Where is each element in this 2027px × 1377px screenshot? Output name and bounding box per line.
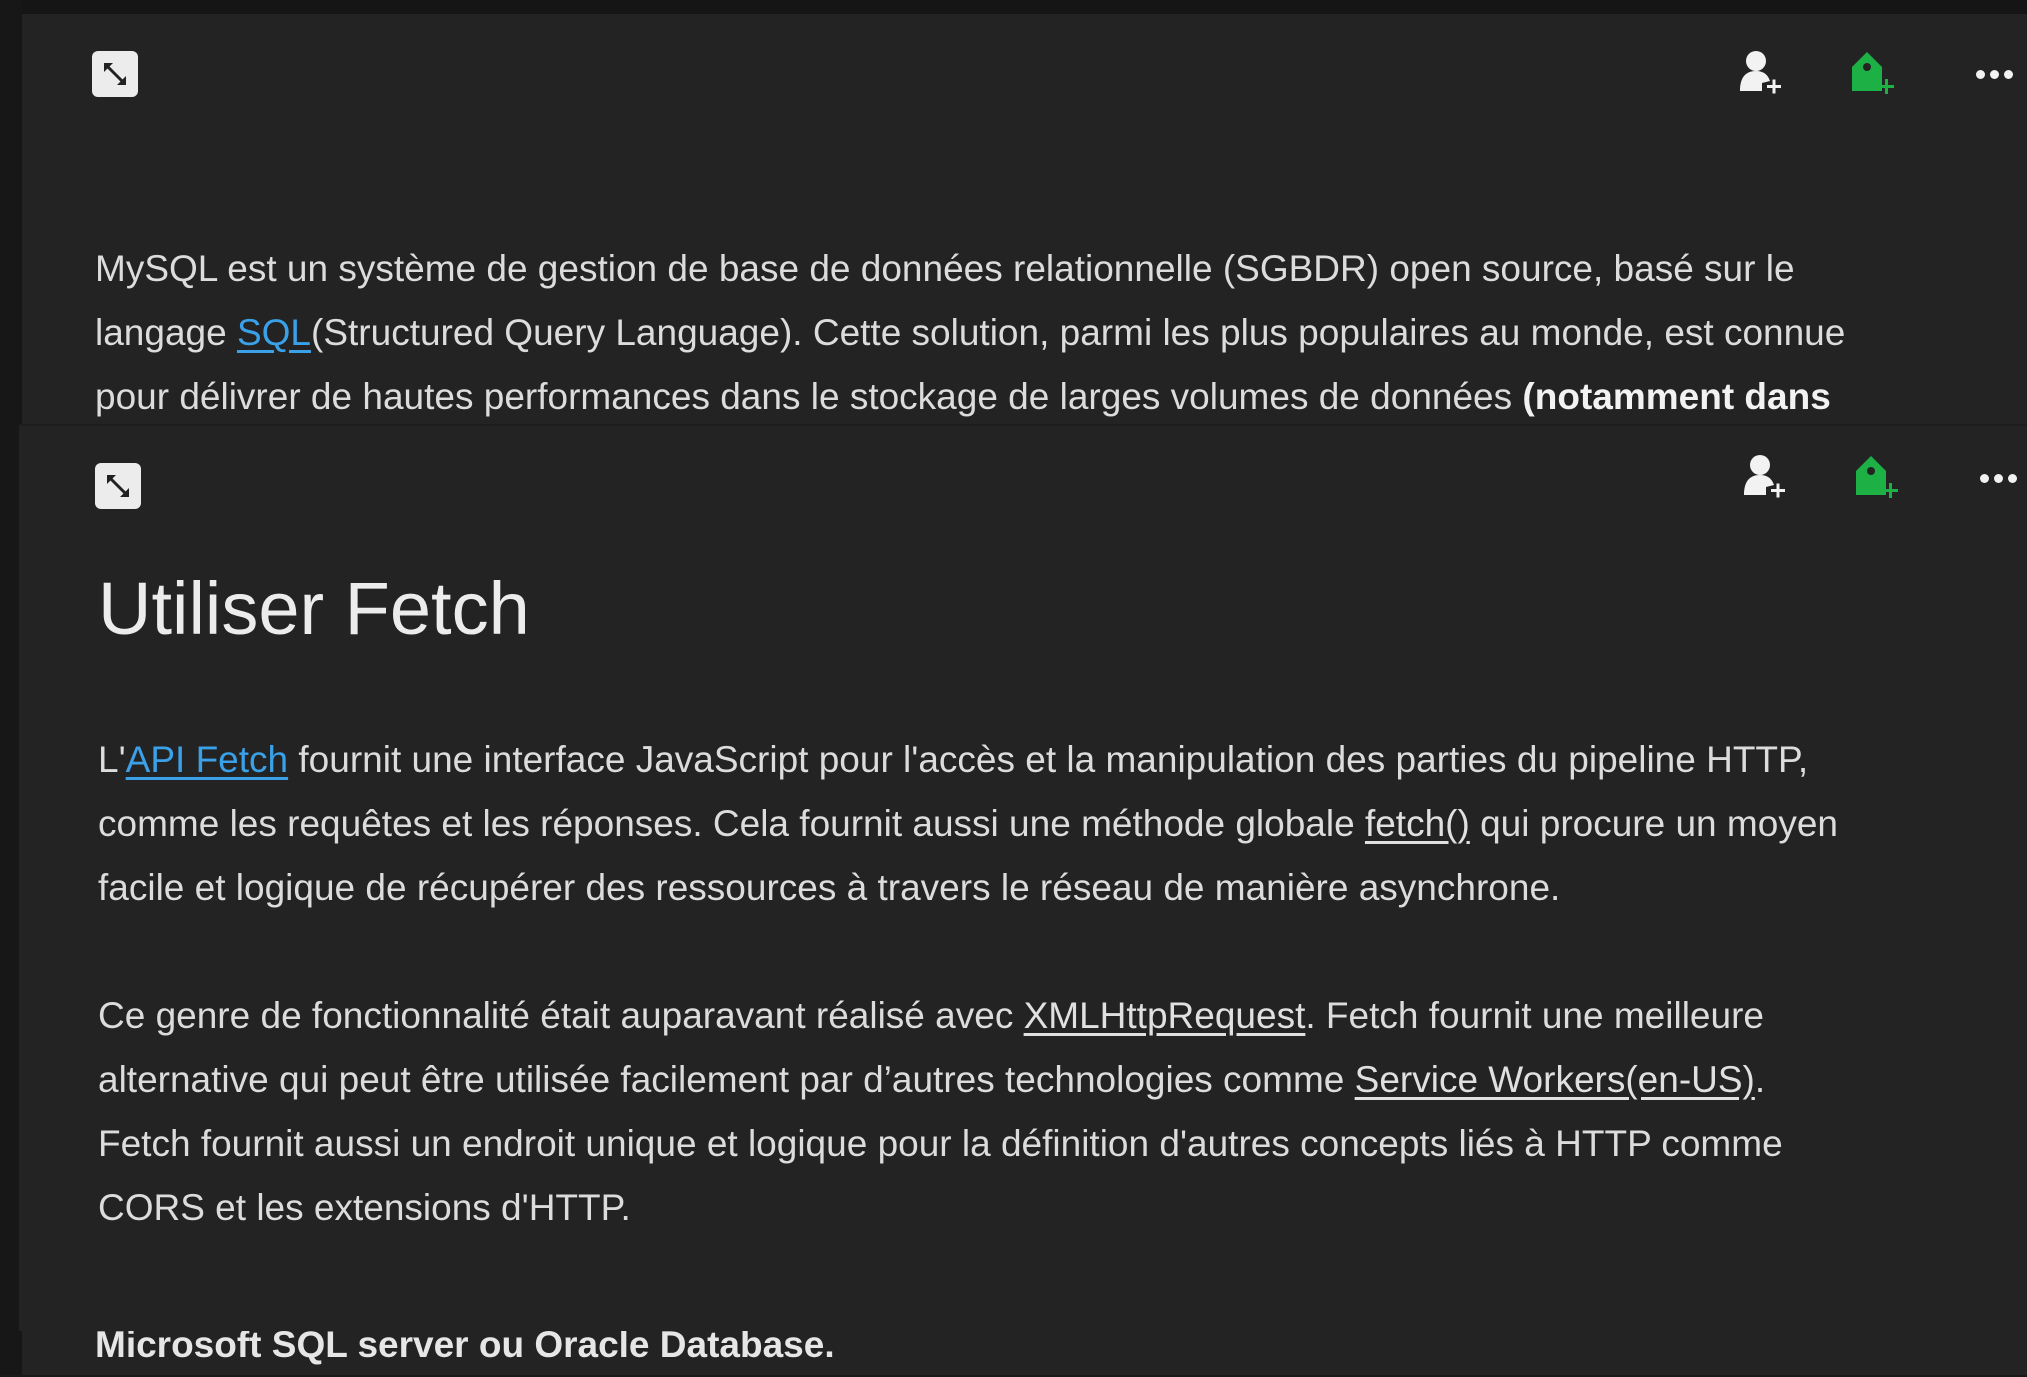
add-person-icon (1744, 455, 1785, 498)
text-run: Ce genre de fonctionnalité était auparav… (98, 995, 1024, 1036)
text-run: pour délivrer de hautes performances dan… (95, 376, 1523, 417)
text-run: langage (95, 312, 237, 353)
api-fetch-link[interactable]: API Fetch (126, 739, 288, 780)
text-run: (Structured Query Language). Cette solut… (311, 312, 1846, 353)
text-line: pour délivrer de hautes performances dan… (95, 365, 1845, 429)
more-icon (1979, 473, 2017, 483)
text-line: comme les requêtes et les réponses. Cela… (98, 792, 1838, 856)
text-run: alternative qui peut être utilisée facil… (98, 1059, 1355, 1100)
add-tag-button[interactable] (1845, 47, 1899, 101)
xmlhttprequest-link[interactable]: XMLHttpRequest (1024, 995, 1306, 1036)
expand-button[interactable] (92, 51, 138, 97)
add-tag-icon (1856, 456, 1898, 498)
service-workers-link[interactable]: Service Workers(en-US) (1355, 1059, 1755, 1100)
expand-button[interactable] (95, 463, 141, 509)
more-button[interactable] (1967, 47, 2021, 101)
back-paragraph: MySQL est un système de gestion de base … (95, 237, 1845, 429)
fetch-paragraph-1: L'API Fetch fournit une interface JavaSc… (98, 728, 1838, 920)
expand-icon (107, 475, 129, 497)
text-run: comme les requêtes et les réponses. Cela… (98, 803, 1365, 844)
text-line: MySQL est un système de gestion de base … (95, 248, 1795, 289)
more-button[interactable] (1971, 451, 2025, 505)
expand-icon (104, 63, 126, 85)
add-tag-icon (1852, 52, 1894, 94)
text-run: . (1754, 1059, 1766, 1100)
fetch-method-link[interactable]: fetch() (1365, 803, 1470, 844)
top-bar (0, 0, 2027, 14)
text-line: Fetch fournit aussi un endroit unique et… (98, 1123, 1783, 1164)
text-line: L'API Fetch fournit une interface JavaSc… (98, 728, 1838, 792)
bold-text: (notamment dans (1522, 376, 1831, 417)
more-icon (1975, 69, 2013, 79)
text-line: Ce genre de fonctionnalité était auparav… (98, 984, 1783, 1048)
add-tag-button[interactable] (1849, 451, 1903, 505)
text-run: fournit une interface JavaScript pour l'… (288, 739, 1809, 780)
text-run: qui procure un moyen (1469, 803, 1838, 844)
add-person-icon (1740, 51, 1781, 94)
text-line: CORS et les extensions d'HTTP. (98, 1187, 631, 1228)
text-line: facile et logique de récupérer des resso… (98, 867, 1561, 908)
text-line: alternative qui peut être utilisée facil… (98, 1048, 1783, 1112)
add-person-button[interactable] (1736, 451, 1790, 505)
note-title: Utiliser Fetch (98, 567, 530, 650)
fetch-paragraph-2: Ce genre de fonctionnalité était auparav… (98, 984, 1783, 1240)
sql-link[interactable]: SQL (237, 312, 311, 353)
note-card-front: Utiliser Fetch L'API Fetch fournit une i… (19, 426, 2027, 1331)
text-run: L' (98, 739, 126, 780)
text-run: . Fetch fournit une meilleure (1305, 995, 1764, 1036)
text-line: langage SQL(Structured Query Language). … (95, 301, 1845, 365)
add-person-button[interactable] (1732, 47, 1786, 101)
